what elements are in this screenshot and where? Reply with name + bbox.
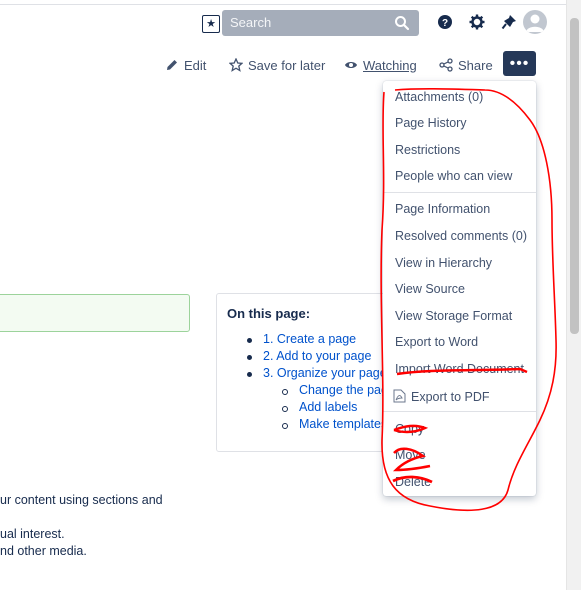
star-outline-icon: [229, 58, 243, 72]
menu-divider: [383, 411, 536, 412]
save-for-later-button[interactable]: Save for later: [229, 56, 325, 74]
watching-button[interactable]: Watching: [344, 56, 417, 74]
menu-item-view-source[interactable]: View Source: [395, 282, 465, 296]
menu-item-page-history[interactable]: Page History: [395, 116, 467, 130]
edit-button[interactable]: Edit: [165, 56, 206, 74]
share-button[interactable]: Share: [439, 56, 493, 74]
menu-item-label: Export to PDF: [411, 390, 490, 404]
search-icon[interactable]: [394, 15, 410, 31]
watching-label: Watching: [363, 57, 417, 73]
top-border: [0, 4, 568, 5]
body-text-line: ur content using sections and: [0, 493, 163, 507]
menu-item-import-word-document[interactable]: Import Word Document: [395, 362, 524, 376]
search-placeholder: Search: [230, 15, 272, 30]
toc-sub-bullet: [282, 406, 288, 412]
user-avatar[interactable]: [523, 10, 547, 34]
menu-item-move[interactable]: Move: [395, 448, 426, 462]
menu-divider: [383, 192, 536, 193]
menu-item-export-to-pdf[interactable]: Export to PDF: [393, 389, 490, 404]
menu-item-resolved-comments[interactable]: Resolved comments (0): [395, 229, 527, 243]
body-text-line: ual interest.: [0, 527, 65, 541]
svg-text:?: ?: [442, 18, 448, 29]
share-icon: [439, 58, 453, 72]
menu-item-page-information[interactable]: Page Information: [395, 202, 490, 216]
share-label: Share: [458, 57, 493, 73]
eye-icon: [345, 62, 357, 68]
menu-item-attachments[interactable]: Attachments (0): [395, 90, 483, 104]
menu-item-people-who-can-view[interactable]: People who can view: [395, 169, 512, 183]
toc-sublink[interactable]: Change the pag: [299, 383, 388, 397]
toc-heading: On this page:: [227, 306, 311, 321]
toc-link[interactable]: 2. Add to your page: [263, 349, 371, 363]
settings-gear-icon[interactable]: [467, 12, 487, 32]
table-of-contents: On this page: 1. Create a page 2. Add to…: [216, 293, 388, 452]
menu-item-view-in-hierarchy[interactable]: View in Hierarchy: [395, 256, 492, 270]
toc-bullet: [247, 338, 252, 343]
toc-sublink[interactable]: Add labels: [299, 400, 357, 414]
toc-sub-bullet: [282, 389, 288, 395]
menu-item-delete[interactable]: Delete: [395, 475, 431, 489]
scrollbar[interactable]: [566, 0, 581, 590]
toc-sublink[interactable]: Make templates: [299, 417, 387, 431]
body-text-line: nd other media.: [0, 544, 87, 558]
toc-link[interactable]: 1. Create a page: [263, 332, 356, 346]
pdf-icon: [393, 389, 406, 403]
toc-sub-bullet: [282, 423, 288, 429]
menu-item-view-storage-format[interactable]: View Storage Format: [395, 309, 512, 323]
scrollbar-thumb[interactable]: [570, 18, 579, 334]
info-panel: [0, 294, 190, 332]
menu-item-export-to-word[interactable]: Export to Word: [395, 335, 478, 349]
help-icon[interactable]: ?: [435, 12, 455, 32]
more-actions-menu: Attachments (0) Page History Restriction…: [383, 81, 536, 496]
notifications-icon[interactable]: [499, 12, 519, 32]
toc-bullet: [247, 355, 252, 360]
menu-item-copy[interactable]: Copy: [395, 422, 424, 436]
search-box[interactable]: Search: [222, 10, 419, 36]
menu-item-restrictions[interactable]: Restrictions: [395, 143, 460, 157]
save-for-later-label: Save for later: [248, 57, 326, 73]
pencil-icon: [167, 60, 177, 70]
toc-bullet: [247, 372, 252, 377]
starred-icon[interactable]: ★: [202, 15, 220, 33]
more-actions-button[interactable]: •••: [503, 51, 536, 76]
toc-link[interactable]: 3. Organize your page: [263, 366, 387, 380]
edit-label: Edit: [184, 57, 207, 73]
